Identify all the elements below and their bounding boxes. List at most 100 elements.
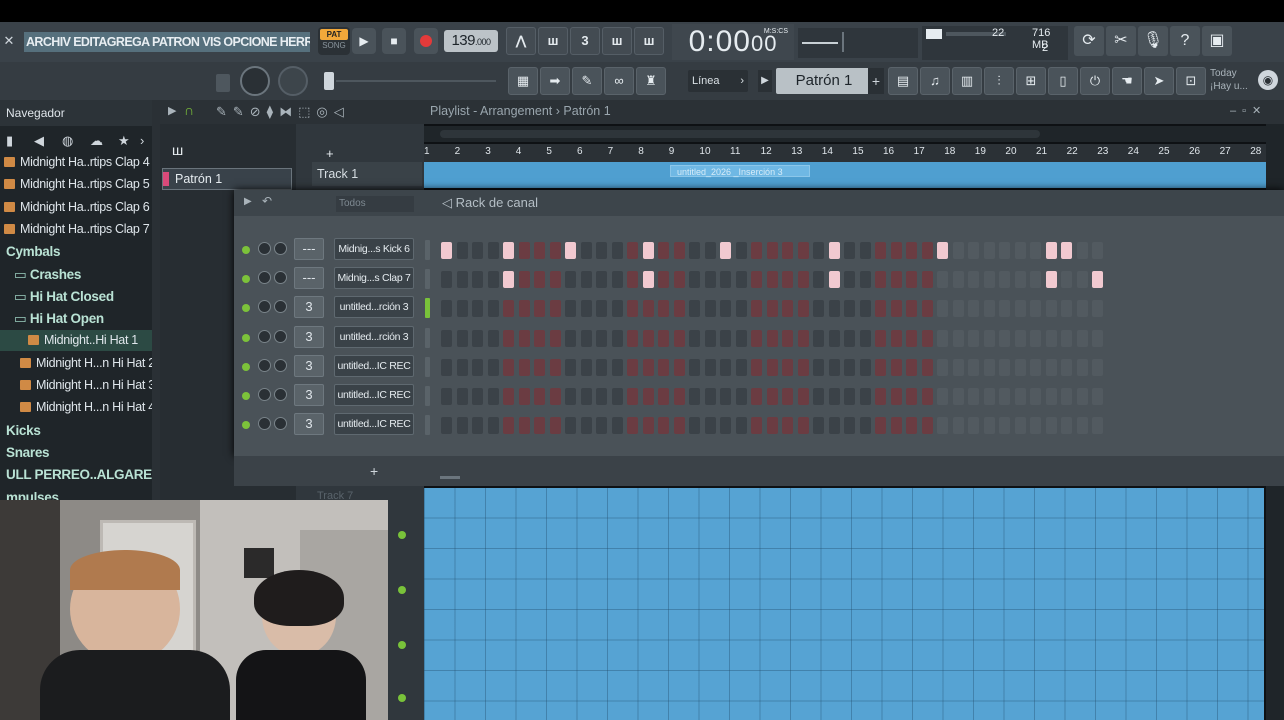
step-button[interactable] [472, 417, 483, 435]
step-button[interactable] [596, 329, 607, 347]
channel-mixer-track[interactable]: 3 [294, 354, 324, 377]
step-button[interactable] [565, 271, 576, 289]
channel-mute-led[interactable] [242, 246, 250, 254]
step-button[interactable] [813, 417, 824, 435]
step-button[interactable] [642, 271, 654, 289]
step-button[interactable] [813, 271, 824, 289]
rack-resize-handle[interactable] [440, 476, 460, 479]
snap-mode-select[interactable]: Línea › [688, 70, 748, 92]
step-button[interactable] [1014, 242, 1026, 259]
playlist-window-button[interactable]: ▤ [888, 67, 918, 95]
step-button[interactable] [503, 271, 514, 289]
step-button[interactable] [999, 300, 1010, 318]
step-button[interactable] [565, 417, 576, 435]
step-button[interactable] [813, 358, 824, 376]
tool-icons[interactable]: ✎✎⊘⧫⧓⬚◎◁ [216, 104, 350, 120]
step-button[interactable] [472, 300, 483, 318]
step-button[interactable] [441, 358, 452, 376]
browser-folder[interactable]: Snares [0, 442, 152, 463]
step-button[interactable] [673, 242, 685, 259]
channel-mute-led[interactable] [242, 275, 250, 284]
browser-sample[interactable]: Midnight Ha..rtips Clap 4 [0, 152, 152, 173]
step-button[interactable] [689, 388, 700, 405]
step-button[interactable] [549, 300, 561, 318]
step-button[interactable] [611, 242, 623, 259]
step-button[interactable] [627, 388, 638, 405]
step-button[interactable] [766, 242, 778, 259]
step-button[interactable] [890, 271, 902, 289]
channel-volume-knob[interactable] [258, 300, 271, 314]
step-button[interactable] [813, 300, 824, 318]
track-1-lane[interactable] [424, 162, 1266, 188]
step-button[interactable] [720, 417, 731, 435]
step-button[interactable] [549, 329, 561, 347]
step-button[interactable] [921, 300, 933, 318]
step-button[interactable] [611, 300, 623, 318]
track-mute-led[interactable] [398, 531, 406, 539]
step-button[interactable] [999, 388, 1010, 405]
step-button[interactable] [1045, 300, 1057, 318]
channel-name-button[interactable]: untitled...IC REC [334, 384, 414, 406]
step-button[interactable] [999, 358, 1010, 376]
step-button[interactable] [782, 417, 793, 435]
step-button[interactable] [456, 242, 468, 259]
step-button[interactable] [968, 358, 979, 376]
step-button[interactable] [766, 271, 778, 289]
microphone-button[interactable]: 🎙 [1138, 26, 1168, 56]
step-button[interactable] [937, 242, 948, 259]
step-button[interactable] [766, 417, 778, 435]
step-button[interactable] [952, 242, 964, 259]
step-button[interactable] [782, 388, 793, 405]
step-button[interactable] [642, 358, 654, 376]
step-button[interactable] [906, 417, 917, 435]
step-button[interactable] [952, 271, 964, 289]
channel-row[interactable]: 3 untitled...rción 3 [234, 294, 1284, 323]
step-button[interactable] [503, 300, 514, 318]
step-button[interactable] [983, 271, 995, 289]
step-button[interactable] [751, 300, 762, 318]
step-button[interactable] [704, 271, 716, 289]
step-button[interactable] [859, 242, 871, 259]
step-button[interactable] [999, 271, 1010, 289]
step-button[interactable] [704, 300, 716, 318]
step-button[interactable] [720, 271, 731, 289]
step-button[interactable] [875, 300, 886, 318]
step-button[interactable] [472, 388, 483, 405]
step-button[interactable] [828, 300, 840, 318]
step-button[interactable] [1076, 242, 1088, 259]
step-button[interactable] [658, 358, 669, 376]
step-button[interactable] [1092, 271, 1103, 289]
step-button[interactable] [735, 329, 747, 347]
channel-volume-knob[interactable] [258, 329, 271, 343]
step-button[interactable] [534, 358, 545, 376]
countdown-button[interactable]: 3 [570, 27, 600, 55]
step-button[interactable] [844, 388, 855, 405]
channel-select-indicator[interactable] [425, 327, 430, 348]
channel-row[interactable]: --- Midnig...s Kick 6 [234, 236, 1284, 265]
cloud-icon[interactable]: ☁ [90, 133, 103, 149]
step-button[interactable] [596, 388, 607, 405]
step-button[interactable] [735, 417, 747, 435]
channel-filter-select[interactable]: Todos [336, 196, 414, 212]
step-button[interactable] [844, 358, 855, 376]
channel-row[interactable]: --- Midnig...s Clap 7 [234, 265, 1284, 294]
step-button[interactable] [735, 388, 747, 405]
step-button[interactable] [813, 242, 824, 259]
step-button[interactable] [983, 242, 995, 259]
step-button[interactable] [1076, 417, 1088, 435]
browser-folder[interactable]: ULL PERREO..ALGARE BEATZ [0, 464, 152, 485]
step-button[interactable] [518, 388, 530, 405]
step-button[interactable] [735, 271, 747, 289]
step-button[interactable] [937, 388, 948, 405]
pitch-slider[interactable] [324, 72, 334, 90]
add-pattern-button[interactable]: + [868, 68, 884, 94]
channel-pan-knob[interactable] [274, 358, 287, 372]
metronome-button[interactable]: ⋀ [506, 27, 536, 55]
step-button[interactable] [673, 329, 685, 347]
step-button[interactable] [518, 417, 530, 435]
step-button[interactable] [472, 242, 483, 259]
playlist-button[interactable]: ▦ [508, 67, 538, 95]
step-button[interactable] [487, 417, 499, 435]
step-button[interactable] [890, 358, 902, 376]
channel-mute-led[interactable] [242, 421, 250, 430]
